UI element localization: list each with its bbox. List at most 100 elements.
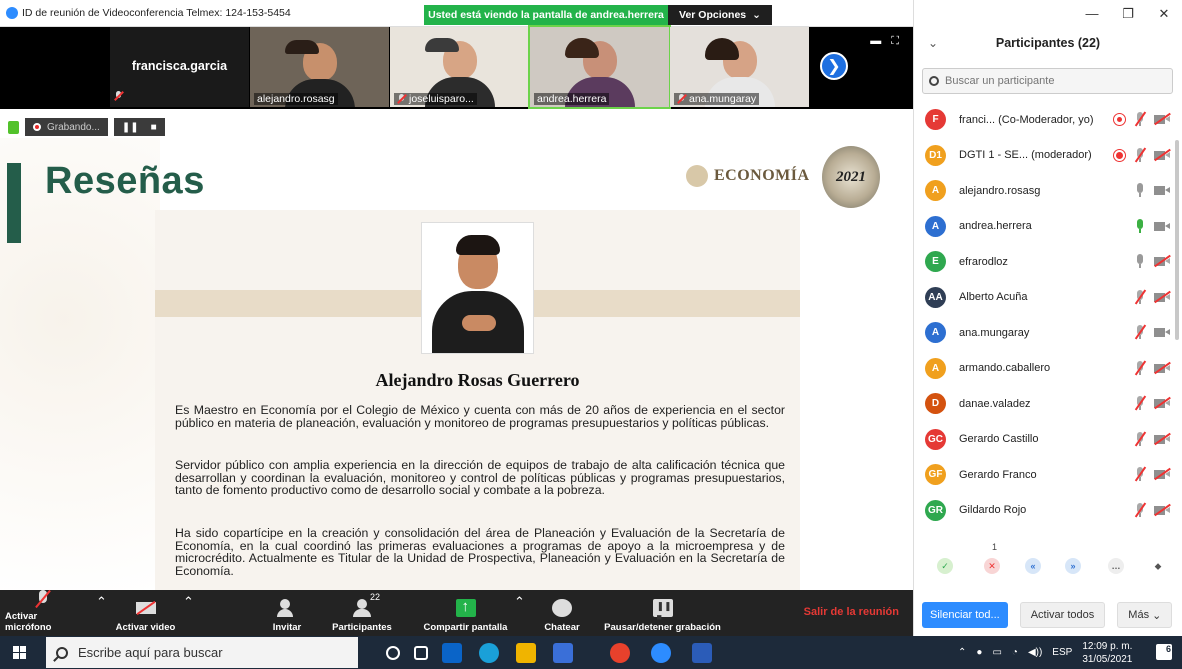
- mic-muted-icon[interactable]: [1134, 431, 1147, 447]
- yes-icon[interactable]: ✓: [937, 558, 953, 574]
- participant-row[interactable]: GF Gerardo Franco: [914, 457, 1176, 493]
- person-name: Alejandro Rosas Guerrero: [375, 370, 580, 390]
- camera-off-icon[interactable]: [1154, 112, 1171, 126]
- mute-all-button[interactable]: Silenciar tod...: [922, 602, 1008, 628]
- pause-stop-recording-button[interactable]: Pausar/detener grabación: [600, 590, 725, 636]
- more-reactions-icon[interactable]: …: [1108, 558, 1124, 574]
- fullscreen-icon[interactable]: ⛶: [891, 35, 899, 48]
- edge-icon[interactable]: [479, 643, 499, 663]
- mic-muted-icon[interactable]: [1134, 324, 1147, 340]
- camera-icon[interactable]: [1154, 221, 1170, 232]
- camera-off-icon[interactable]: [1154, 148, 1171, 162]
- gallery-view-icon[interactable]: ▬: [870, 35, 881, 48]
- view-options-button[interactable]: Ver Opciones ⌄: [668, 5, 772, 25]
- unmute-all-button[interactable]: Activar todos: [1019, 602, 1106, 628]
- chevron-up-icon[interactable]: ⌃: [514, 594, 525, 610]
- more-button[interactable]: Más ⌄: [1117, 602, 1173, 628]
- go-faster-icon[interactable]: »: [1065, 558, 1081, 574]
- video-tile-active-speaker[interactable]: andrea.herrera: [528, 25, 671, 109]
- camera-off-icon[interactable]: [1154, 396, 1171, 410]
- participant-row[interactable]: AA Alberto Acuña: [914, 280, 1176, 316]
- participant-status-icons: [1134, 466, 1171, 482]
- start-video-button[interactable]: Activar video: [108, 590, 183, 636]
- stop-recording-icon[interactable]: ■: [151, 122, 157, 133]
- word-icon[interactable]: [692, 643, 712, 663]
- go-slower-icon[interactable]: «: [1025, 558, 1041, 574]
- leave-meeting-button[interactable]: Salir de la reunión: [804, 606, 899, 618]
- clear-reactions-icon[interactable]: ⬥: [1150, 558, 1166, 574]
- camera-off-icon[interactable]: [1154, 361, 1171, 375]
- participant-status-icons: [1134, 395, 1171, 411]
- participant-search[interactable]: [922, 68, 1173, 94]
- participant-name: alejandro.rosasg: [959, 184, 1041, 197]
- mic-muted-icon[interactable]: [1134, 466, 1147, 482]
- microphone-tray-icon[interactable]: ●: [976, 647, 982, 658]
- pause-recording-icon[interactable]: ❚❚: [122, 122, 139, 133]
- no-icon[interactable]: ✕: [984, 558, 1000, 574]
- chrome-icon[interactable]: [610, 643, 630, 663]
- video-tile[interactable]: ana.mungaray: [670, 27, 809, 107]
- camera-off-icon[interactable]: [1154, 467, 1171, 481]
- invite-button[interactable]: Invitar: [262, 590, 312, 636]
- outlook-icon[interactable]: [442, 643, 462, 663]
- participant-row[interactable]: Aana.mungaray: [914, 315, 1176, 351]
- mic-muted-icon[interactable]: [1134, 111, 1147, 127]
- camera-off-icon[interactable]: [1154, 254, 1171, 268]
- participant-row[interactable]: D1 DGTI 1 - SE... (moderador): [914, 138, 1176, 174]
- next-videos-button[interactable]: ❯: [820, 52, 848, 80]
- participant-row[interactable]: Aarmando.caballero: [914, 351, 1176, 387]
- video-tile[interactable]: alejandro.rosasg: [250, 27, 389, 107]
- participant-row[interactable]: Ddanae.valadez: [914, 386, 1176, 422]
- chevron-up-icon[interactable]: ⌃: [958, 647, 966, 658]
- participant-row[interactable]: Eefrarodloz: [914, 244, 1176, 280]
- mic-muted-icon[interactable]: [1134, 147, 1147, 163]
- share-screen-button[interactable]: Compartir pantalla: [418, 590, 513, 636]
- participant-row[interactable]: Aandrea.herrera: [914, 209, 1176, 245]
- volume-icon[interactable]: ◀)): [1028, 647, 1042, 658]
- participant-row[interactable]: Ffranci... (Co-Moderador, yo): [914, 102, 1176, 138]
- windows-start-icon[interactable]: [13, 646, 26, 659]
- camera-off-icon[interactable]: [1154, 503, 1171, 517]
- participants-icon: 22: [352, 592, 380, 617]
- mic-muted-icon[interactable]: [1134, 502, 1147, 518]
- language-indicator[interactable]: ESP: [1052, 647, 1072, 658]
- camera-icon[interactable]: [1154, 185, 1170, 196]
- scrollbar[interactable]: [1175, 140, 1179, 340]
- video-tile[interactable]: joseluisparo...: [390, 27, 529, 107]
- participant-row[interactable]: GC Gerardo Castillo: [914, 422, 1176, 458]
- task-view-icon[interactable]: [414, 646, 428, 660]
- store-icon[interactable]: [553, 643, 573, 663]
- file-explorer-icon[interactable]: [516, 643, 536, 663]
- camera-icon[interactable]: [1154, 327, 1170, 338]
- participant-row[interactable]: Aalejandro.rosasg: [914, 173, 1176, 209]
- chevron-up-icon[interactable]: ⌃: [183, 594, 194, 610]
- notifications-icon[interactable]: 6: [1156, 644, 1172, 660]
- chevron-up-icon[interactable]: ⌃: [96, 594, 107, 610]
- mic-muted-icon[interactable]: [1134, 360, 1147, 376]
- lock-icon[interactable]: [8, 120, 19, 134]
- participants-button[interactable]: 22 Participantes: [322, 590, 402, 636]
- zoom-icon[interactable]: [651, 643, 671, 663]
- mic-muted-icon[interactable]: [1134, 395, 1147, 411]
- chat-button[interactable]: Chatear: [537, 590, 587, 636]
- meeting-info-icon[interactable]: [6, 7, 18, 19]
- camera-off-icon[interactable]: [1154, 432, 1171, 446]
- microphone-icon[interactable]: [1134, 183, 1146, 198]
- wifi-icon[interactable]: ◔: [1012, 647, 1018, 658]
- unmute-label: Activar micrófono: [5, 611, 52, 633]
- search-input[interactable]: [945, 75, 1165, 87]
- video-tile[interactable]: francisca.garcia: [110, 27, 249, 107]
- network-icon[interactable]: ▭: [992, 647, 1001, 658]
- close-icon[interactable]: ✕: [1146, 0, 1182, 27]
- participant-row[interactable]: GR Gildardo Rojo: [914, 493, 1176, 529]
- camera-off-icon[interactable]: [1154, 290, 1171, 304]
- unmute-button[interactable]: Activar micrófono: [5, 590, 80, 636]
- restore-icon[interactable]: ❐: [1110, 0, 1146, 27]
- mic-muted-icon[interactable]: [1134, 289, 1147, 305]
- cortana-icon[interactable]: [386, 646, 400, 660]
- clock[interactable]: 12:09 p. m. 31/05/2021: [1082, 640, 1132, 666]
- minimize-icon[interactable]: —: [1074, 0, 1110, 27]
- microphone-icon[interactable]: [1134, 218, 1146, 234]
- taskbar-search[interactable]: Escribe aquí para buscar: [46, 637, 358, 668]
- microphone-icon[interactable]: [1134, 254, 1146, 269]
